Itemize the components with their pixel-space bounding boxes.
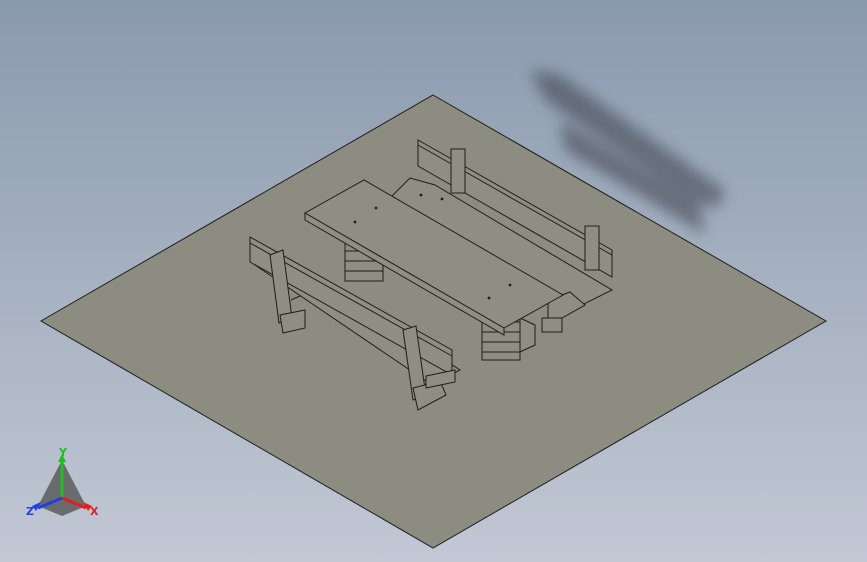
far-bench-post-right — [584, 225, 600, 271]
triad-z-label: Z — [26, 505, 34, 518]
far-bench-post-left — [450, 148, 466, 194]
far-bench-foot-right — [541, 317, 563, 333]
orientation-triad[interactable]: Y X Z — [22, 448, 112, 528]
triad-x-label: X — [90, 505, 99, 518]
cad-viewport[interactable]: Y X Z — [0, 0, 867, 562]
model-scene[interactable] — [0, 0, 867, 562]
triad-y-label: Y — [58, 448, 68, 459]
